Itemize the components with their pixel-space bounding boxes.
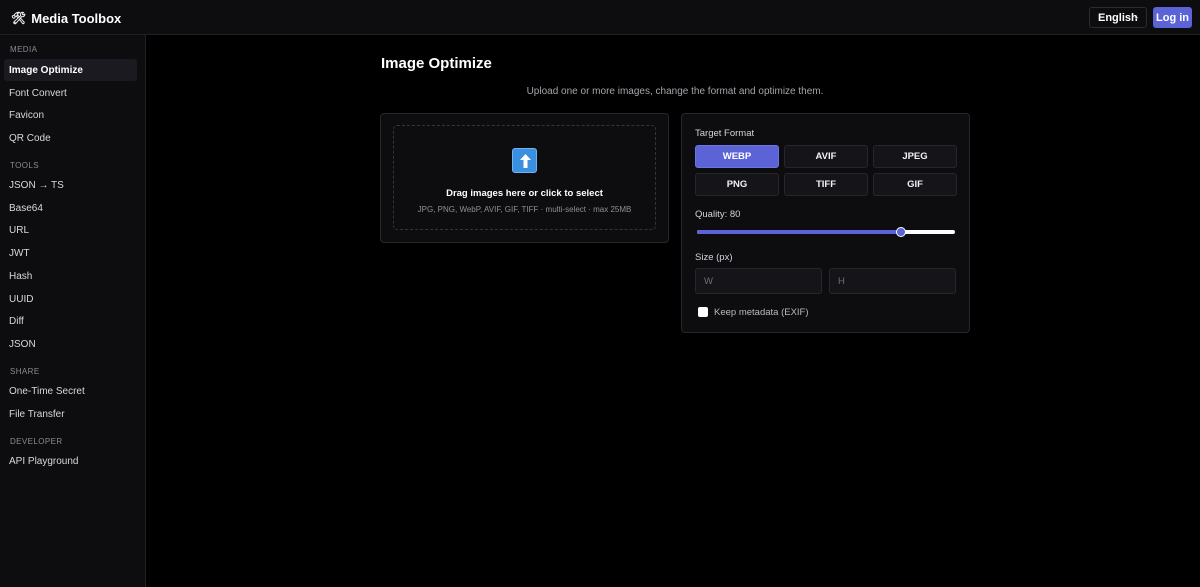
sidebar-item[interactable]: One-Time Secret xyxy=(4,380,137,402)
sidebar-item[interactable]: Font Convert xyxy=(4,82,137,104)
image-dropzone[interactable] xyxy=(393,125,656,230)
size-label: Size (px) xyxy=(695,252,733,263)
width-input[interactable] xyxy=(695,268,822,294)
language-value: English xyxy=(1098,11,1138,24)
dropzone-hint: JPG, PNG, WebP, AVIF, GIF, TIFF · multi-… xyxy=(417,205,632,214)
target-format-label: Target Format xyxy=(695,128,755,139)
sidebar-item[interactable]: Image Optimize xyxy=(4,59,137,81)
format-button-avif[interactable]: AVIF xyxy=(784,145,868,168)
sidebar-item[interactable]: Favicon xyxy=(4,104,137,126)
sidebar-item[interactable]: JSON xyxy=(4,333,137,355)
keep-metadata-label[interactable]: Keep metadata (EXIF) xyxy=(714,307,809,318)
format-button-tiff[interactable]: TIFF xyxy=(784,173,868,196)
format-button-png[interactable]: PNG xyxy=(695,173,779,196)
format-button-gif[interactable]: GIF xyxy=(873,173,957,196)
sidebar-section-label: SHARE xyxy=(10,367,40,376)
app-title: Media Toolbox xyxy=(31,10,122,26)
login-button[interactable]: Log in xyxy=(1153,7,1192,28)
height-input[interactable] xyxy=(829,268,956,294)
upload-arrow-icon xyxy=(512,148,537,173)
sidebar-item[interactable]: Base64 xyxy=(4,197,137,219)
quality-label: Quality: 80 xyxy=(695,209,741,220)
format-button-webp[interactable]: WEBP xyxy=(695,145,779,168)
quality-slider-fill xyxy=(697,230,902,234)
sidebar-item[interactable]: JSON → TS xyxy=(4,174,137,196)
sidebar-item[interactable]: API Playground xyxy=(4,450,137,472)
sidebar-item[interactable]: UUID xyxy=(4,288,137,310)
sidebar-item[interactable]: File Transfer xyxy=(4,403,137,425)
sidebar-item[interactable]: Diff xyxy=(4,310,137,332)
language-select[interactable]: English ⌄ xyxy=(1089,7,1147,28)
brand[interactable]: 🛠 Media Toolbox xyxy=(11,10,121,26)
quality-slider[interactable] xyxy=(697,227,955,237)
sidebar-item[interactable]: JWT xyxy=(4,242,137,264)
sidebar-item[interactable]: QR Code xyxy=(4,127,137,149)
top-bar: 🛠 Media Toolbox English ⌄ Log in xyxy=(0,0,1200,35)
sidebar-section-label: DEVELOPER xyxy=(10,437,63,446)
page-title: Image Optimize xyxy=(381,55,492,72)
keep-metadata-checkbox[interactable] xyxy=(698,307,708,317)
sidebar-item[interactable]: Hash xyxy=(4,265,137,287)
page-subtitle: Upload one or more images, change the fo… xyxy=(526,86,824,97)
chevron-down-icon: ⌄ xyxy=(1133,12,1140,21)
sidebar-section-label: TOOLS xyxy=(10,161,39,170)
sidebar-item[interactable]: URL xyxy=(4,219,137,241)
sidebar-section-label: MEDIA xyxy=(10,45,38,54)
format-button-jpeg[interactable]: JPEG xyxy=(873,145,957,168)
tools-icon: 🛠 xyxy=(11,11,27,25)
dropzone-title: Drag images here or click to select xyxy=(446,188,603,199)
